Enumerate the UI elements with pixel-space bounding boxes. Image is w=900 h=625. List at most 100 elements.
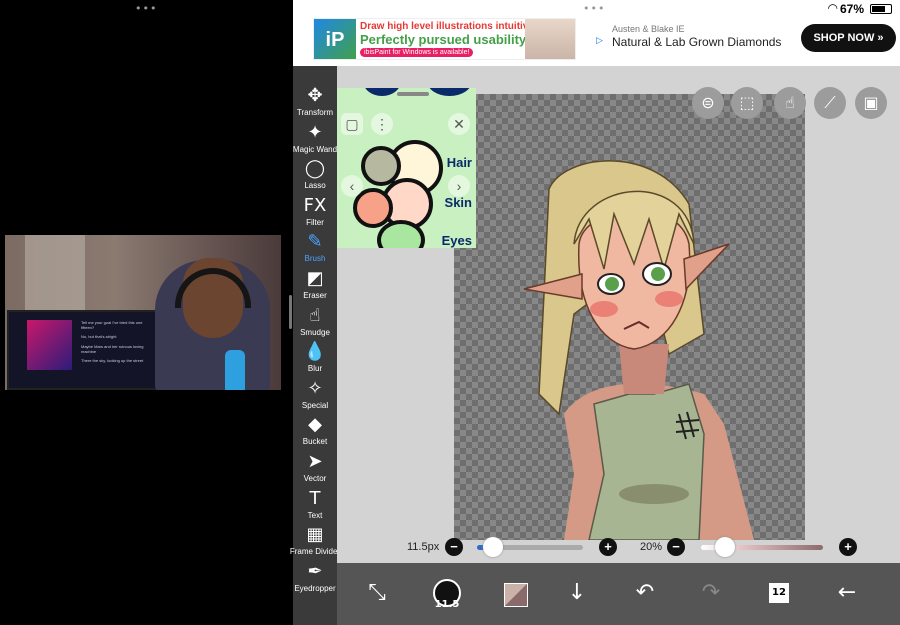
layer-count: 12 (769, 583, 789, 603)
back-arrow-icon[interactable]: ← (827, 573, 867, 613)
ibispaint-logo-icon: iP (314, 19, 356, 59)
tool-label: Eraser (303, 291, 327, 300)
status-bar: ••• ◠ 67% (293, 0, 900, 18)
reference-window[interactable]: Hair Skin Eyes ▢ ⋮ ✕ ‹ › (337, 88, 476, 248)
tool-eraser[interactable]: ◩ Eraser (293, 267, 337, 303)
album-art (27, 320, 72, 370)
tool-text[interactable]: T Text (293, 487, 337, 523)
toggle-icon[interactable]: ⊜ (692, 87, 724, 119)
ref-close-icon[interactable]: ✕ (448, 113, 470, 135)
tool-lasso[interactable]: ◯ Lasso (293, 157, 337, 193)
tool-label: Bucket (302, 437, 328, 447)
battery-percentage: 67% (839, 2, 864, 16)
tool-bucket[interactable]: ◆ Bucket (293, 413, 337, 449)
video-feed[interactable]: Tell me your goal I've tried this one fi… (5, 235, 281, 390)
tool-label: Blur (307, 364, 323, 374)
ref-prev-icon[interactable]: ‹ (341, 175, 363, 197)
ref-next-icon[interactable]: › (448, 175, 470, 197)
brush-size-plus-button[interactable]: + (599, 538, 617, 556)
canvas-area[interactable]: Hair Skin Eyes ▢ ⋮ ✕ ‹ › ⊜ ⬚ ☝ ⟋ ▣ (337, 66, 900, 563)
redo-icon[interactable]: ↷ (691, 573, 731, 613)
tool-blur[interactable]: 💧 Blur (293, 340, 337, 376)
eyedropper-icon: ✒ (307, 560, 323, 582)
frame-divider-icon: ▦ (306, 524, 324, 546)
split-view-right-pane: ••• ◠ 67% iP Draw high level illustratio… (290, 0, 900, 625)
opacity-value: 20% (640, 541, 663, 553)
lyric-line: Tell me your goal I've tried this one fi… (81, 320, 143, 330)
undo-icon[interactable]: ↶ (625, 573, 665, 613)
ad-choices-icon[interactable]: ▷ (596, 35, 603, 46)
eraser-icon: ◩ (306, 268, 324, 289)
tool-label: Special (301, 400, 329, 410)
ad-headline: Natural & Lab Grown Diamonds (612, 35, 782, 49)
bucket-icon: ◆ (308, 414, 322, 436)
video-monitor: Tell me your goal I've tried this one fi… (7, 310, 157, 390)
lyric-line: No, but that's alright (81, 334, 117, 339)
move-icon: ✥ (307, 85, 323, 106)
tool-label: Transform (296, 108, 334, 117)
ibispaint-ad[interactable]: iP Draw high level illustrations intuiti… (313, 18, 576, 60)
color-swatch-button[interactable] (494, 573, 534, 613)
jeweler-ad[interactable]: ▷ Austen & Blake IE Natural & Lab Grown … (596, 18, 900, 60)
layers-button[interactable]: 12 (759, 573, 799, 613)
blur-icon: 💧 (303, 341, 327, 363)
ad-line-3: ibisPaint for Windows is available! (360, 48, 474, 57)
ref-window-icon[interactable]: ▢ (341, 113, 363, 135)
selection-icon[interactable]: ⬚ (731, 87, 763, 119)
artwork (523, 160, 754, 540)
ref-more-icon[interactable]: ⋮ (371, 113, 393, 135)
opacity-plus-button[interactable]: + (839, 538, 857, 556)
multitasking-dots-icon[interactable]: ••• (583, 2, 605, 15)
ref-label-eyes: Eyes (441, 233, 472, 248)
tool-vector[interactable]: ➤ Vector (293, 450, 337, 486)
tool-frame-divider[interactable]: ▦ Frame Divider (290, 523, 340, 559)
tool-label: Frame Divider (289, 547, 341, 557)
filter-icon: FX (303, 194, 327, 216)
streamer (155, 240, 270, 390)
tool-label: Magic Wand (292, 144, 338, 154)
battery-icon (870, 4, 892, 14)
lyric-line: There the sky, looking up the street (81, 358, 144, 363)
tool-smudge[interactable]: ☝ Smudge (293, 304, 337, 340)
brush-size-value: 11.5px (407, 541, 440, 553)
ad-line-2: Perfectly pursued usability! (360, 32, 531, 47)
image-icon[interactable]: ▣ (855, 87, 887, 119)
tool-label: Smudge (300, 327, 330, 337)
ruler-icon[interactable]: ⟋ (814, 87, 846, 119)
ref-label-skin: Skin (444, 195, 472, 210)
tool-filter[interactable]: FX Filter (293, 194, 337, 230)
split-view-divider[interactable] (289, 295, 292, 329)
brush-icon: ✎ (307, 231, 323, 253)
tool-transform[interactable]: ✥ Transform (293, 84, 337, 120)
tool-special[interactable]: ✧ Special (293, 377, 337, 413)
magic-wand-icon: ✦ (307, 121, 323, 143)
tool-magic-wand[interactable]: ✦ Magic Wand (293, 121, 337, 157)
lyric-line: Maybe Mars and her ruinous loving machin… (81, 344, 144, 354)
down-arrow-icon[interactable]: ↓ (557, 573, 597, 613)
ref-heading-shape (427, 88, 472, 96)
tool-label: Filter (306, 217, 324, 227)
undo-brush-tool-icon[interactable]: ⤡ (357, 573, 397, 613)
ad-line-1: Draw high level illustrations intuitivel… (360, 21, 546, 32)
tool-eyedropper[interactable]: ✒ Eyedropper (293, 560, 337, 596)
tool-brush[interactable]: ✎ Brush (293, 230, 337, 266)
wifi-icon: ◠ (827, 1, 838, 15)
smudge-icon: ☝ (309, 304, 321, 326)
multitasking-dots-icon[interactable]: ••• (135, 2, 157, 15)
brush-size-thumb[interactable] (482, 537, 503, 557)
brush-size-minus-button[interactable]: − (445, 538, 463, 556)
hand-icon[interactable]: ☝ (774, 87, 806, 119)
ref-drag-handle[interactable] (397, 92, 429, 96)
tool-label: Lasso (304, 181, 326, 191)
video-door (25, 235, 85, 315)
opacity-minus-button[interactable]: − (667, 538, 685, 556)
brush-size-badge: 11.5 (434, 599, 460, 610)
ad-banner: iP Draw high level illustrations intuiti… (293, 18, 900, 66)
special-icon: ✧ (307, 377, 323, 399)
drawing-canvas[interactable] (454, 94, 805, 540)
brush-preview-button[interactable]: 11.5 (427, 573, 467, 613)
tool-label: Text (307, 510, 323, 520)
text-icon: T (309, 487, 321, 509)
ref-label-hair: Hair (446, 155, 472, 170)
shop-now-button[interactable]: SHOP NOW » (801, 24, 896, 52)
